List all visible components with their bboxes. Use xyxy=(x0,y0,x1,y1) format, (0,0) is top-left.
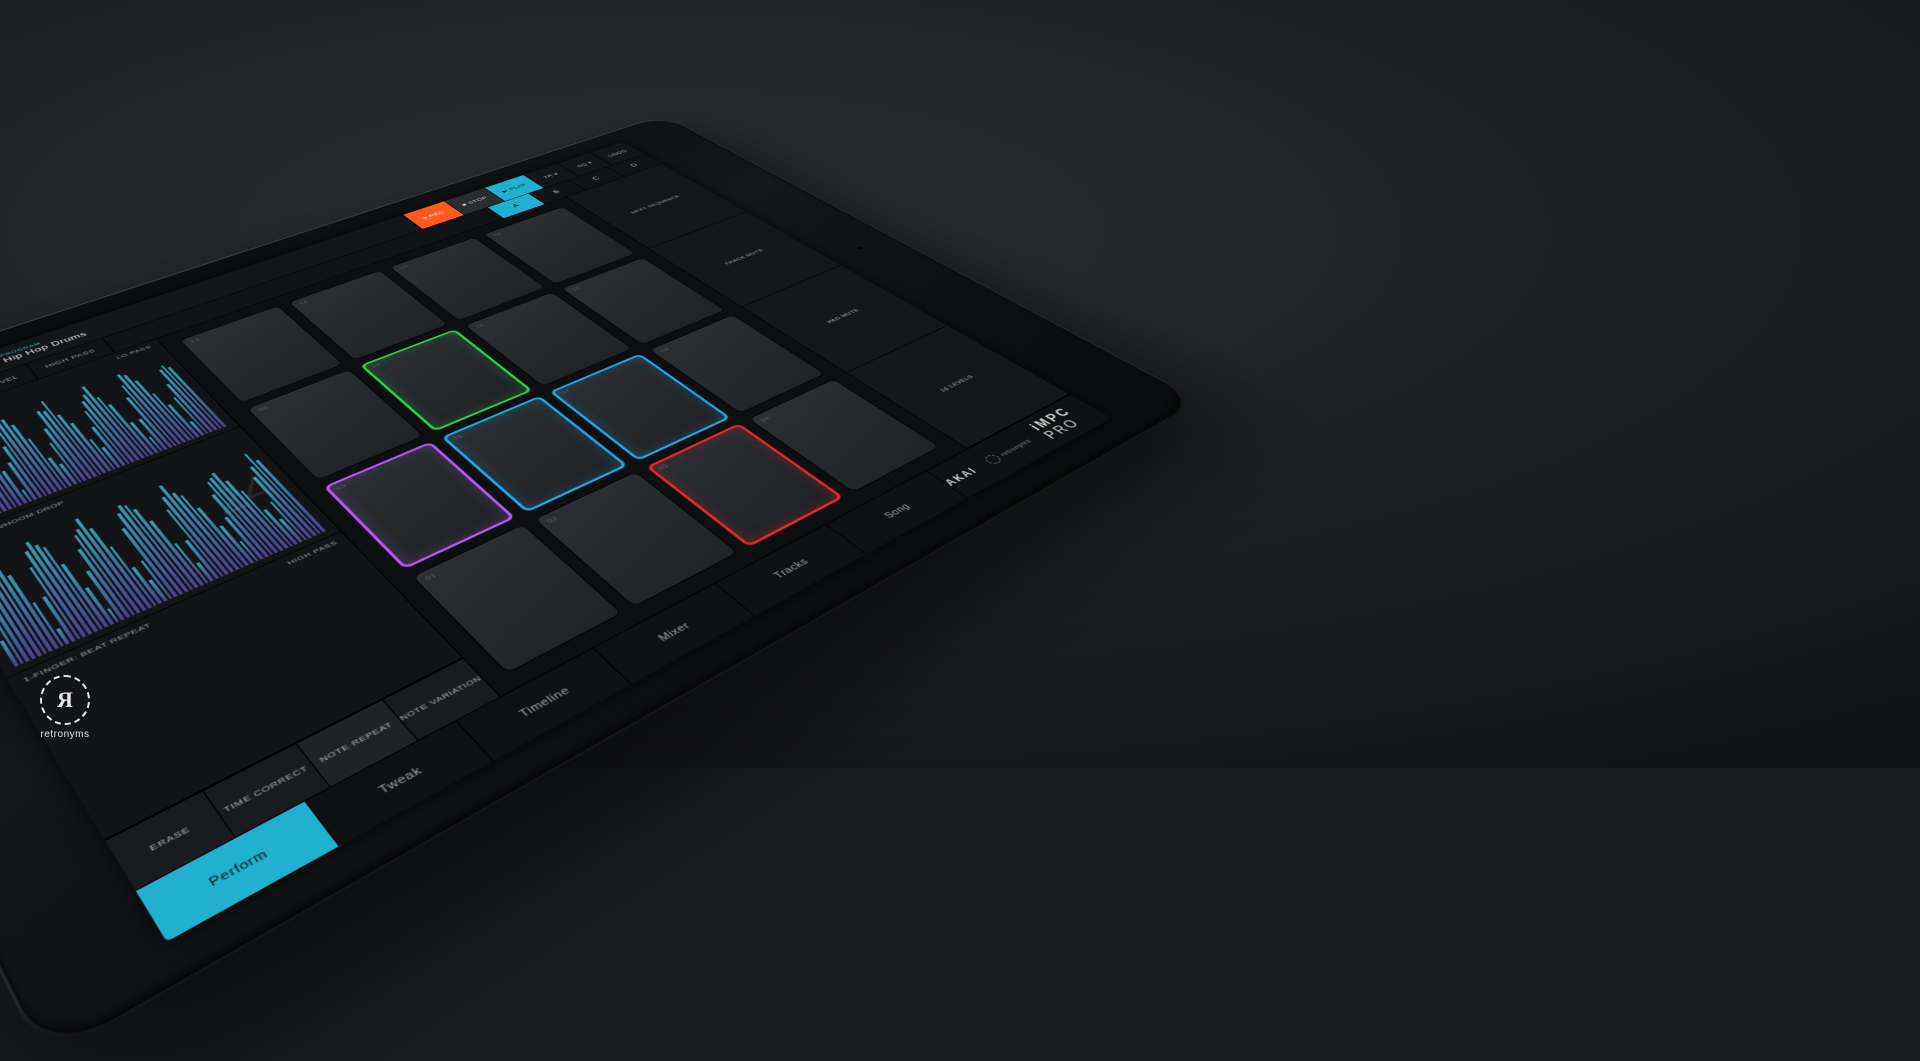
sub-label-1[interactable]: FULL LEVEL xyxy=(0,364,38,409)
bank-b[interactable]: B xyxy=(528,180,584,204)
track-mute-button[interactable]: TRACK MUTE xyxy=(649,212,841,307)
transport-controls: ● REC ■ STOP ▶ PLAY xyxy=(403,175,544,229)
bottom-tabs: Perform Tweak Timeline Mixer Tracks Song… xyxy=(135,394,1111,941)
note-repeat-button[interactable]: NOTE REPEAT xyxy=(296,699,418,787)
bank-a[interactable]: A xyxy=(487,194,545,219)
retronyms-badge: Я retronyms xyxy=(40,675,90,740)
drum-pad[interactable]: 06 xyxy=(441,396,628,513)
tab-tracks[interactable]: Tracks xyxy=(716,524,867,615)
retronyms-badge-label: retronyms xyxy=(41,729,90,740)
pad-number: 12 xyxy=(570,286,582,292)
pad-number: 11 xyxy=(473,323,485,329)
note-variation-button[interactable]: NOTE VARIATION xyxy=(382,658,499,740)
pad-number: 10 xyxy=(369,362,382,369)
drum-pad[interactable]: 09 xyxy=(246,369,424,480)
pad-number: 08 xyxy=(658,346,671,353)
impc-logo-a: iMPC xyxy=(1027,406,1075,432)
retronyms-inline: retronyms xyxy=(982,436,1034,465)
sq-menu[interactable]: SQ ▾ xyxy=(557,153,611,177)
pad-number: 15 xyxy=(398,264,409,270)
tab-perform[interactable]: Perform xyxy=(136,801,340,942)
drum-pad[interactable]: 15 xyxy=(389,237,546,321)
pad-number: 09 xyxy=(256,405,269,413)
right-panel: NEXT SEQUENCE TRACK MUTE PAD MUTE 16 LEV… xyxy=(566,164,1069,449)
pad-number: 07 xyxy=(559,388,572,395)
rec-button[interactable]: ● REC xyxy=(403,201,464,229)
ipad-body: SEQUENCE SQ01 Hook TRACK 02 PROGRAM Hip … xyxy=(0,115,1201,1061)
tab-timeline[interactable]: Timeline xyxy=(457,648,631,760)
bpm-display: 24 xyxy=(200,468,285,524)
akai-logo: AKAI xyxy=(942,466,980,488)
lopass-label: LO PASS xyxy=(115,344,152,359)
drum-pad[interactable]: 02 xyxy=(534,472,738,608)
retronyms-icon xyxy=(982,453,1003,465)
sixteen-levels-button[interactable]: 16 LEVELS xyxy=(847,326,1069,449)
drum-pad[interactable]: 12 xyxy=(561,257,725,344)
bank-selector: A B C D xyxy=(487,154,661,218)
fx-row-2-label: 3-FINGER: WHOOM DROP xyxy=(0,500,66,552)
next-sequence-button[interactable]: NEXT SEQUENCE xyxy=(567,164,746,248)
pad-number: 01 xyxy=(423,572,438,582)
waveform-2 xyxy=(0,442,326,667)
sub-label-2[interactable]: HIGH PASS xyxy=(26,338,115,379)
impc-logo: iMPC PRO xyxy=(1027,398,1105,441)
erase-button[interactable]: ERASE xyxy=(105,790,236,890)
pad-number: 03 xyxy=(656,463,670,471)
program-value: Hip Hop Drums xyxy=(1,224,407,363)
impc-logo-b: PRO xyxy=(1041,417,1084,441)
drum-pad[interactable]: 14 xyxy=(288,270,449,360)
time-correct-button[interactable]: TIME CORRECT xyxy=(203,743,330,837)
pad-mute-button[interactable]: PAD MUTE xyxy=(742,265,948,372)
tr-menu[interactable]: TR ▾ xyxy=(523,164,578,188)
pad-grid: 13 14 15 16 09 10 11 12 05 06 07 08 01 02 03 04 xyxy=(156,197,967,696)
left-panel: 2-FINGER: TAPE STOP LO PASS 3-FINGER: WH… xyxy=(0,339,501,890)
bank-c[interactable]: C xyxy=(568,167,623,190)
drum-pad[interactable]: 08 xyxy=(649,314,826,413)
stop-button[interactable]: ■ STOP xyxy=(444,188,504,215)
drum-pad[interactable]: 16 xyxy=(483,207,636,285)
drum-pad[interactable]: 11 xyxy=(464,292,633,386)
drum-pad[interactable]: 13 xyxy=(179,306,343,403)
drum-pad[interactable]: 07 xyxy=(549,353,731,461)
retronyms-badge-icon: Я xyxy=(40,675,90,725)
header-secondary: D PERFORM FULL LEVEL HIGH PASS A B C D xyxy=(0,154,662,440)
perspective-stage: SEQUENCE SQ01 Hook TRACK 02 PROGRAM Hip … xyxy=(0,0,1180,870)
pad-number: 14 xyxy=(297,299,309,305)
header-menu: TR ▾ SQ ▾ UNDO xyxy=(523,142,644,188)
app-screen: SEQUENCE SQ01 Hook TRACK 02 PROGRAM Hip … xyxy=(0,142,1111,942)
retronyms-text: retronyms xyxy=(998,438,1033,457)
front-camera xyxy=(854,246,865,251)
waveform-1 xyxy=(0,352,227,539)
drum-pad[interactable]: 01 xyxy=(412,524,623,673)
tab-mixer[interactable]: Mixer xyxy=(593,583,755,684)
ipad-device: SEQUENCE SQ01 Hook TRACK 02 PROGRAM Hip … xyxy=(0,115,1201,1061)
brand-bar: AKAI retronyms iMPC PRO xyxy=(927,395,1111,498)
tab-song[interactable]: Song xyxy=(826,471,968,554)
pad-number: 16 xyxy=(492,232,503,237)
left-tool-row: ERASE TIME CORRECT NOTE REPEAT NOTE VARI… xyxy=(105,658,500,890)
drum-pad[interactable]: 10 xyxy=(360,329,533,431)
fx-row-1[interactable]: 2-FINGER: TAPE STOP LO PASS xyxy=(0,339,240,548)
play-button[interactable]: ▶ PLAY xyxy=(484,175,543,201)
drum-pad[interactable]: 05 xyxy=(323,441,516,569)
hipass-label: HIGH PASS xyxy=(285,539,338,566)
header-primary: SEQUENCE SQ01 Hook TRACK 02 PROGRAM Hip … xyxy=(0,142,644,423)
drum-pad[interactable]: 03 xyxy=(646,423,844,547)
drum-pad[interactable]: 04 xyxy=(748,379,940,492)
undo-button[interactable]: UNDO xyxy=(591,142,644,165)
pad-number: 02 xyxy=(545,515,560,524)
fx-row-2[interactable]: 3-FINGER: WHOOM DROP 24 xyxy=(0,427,341,678)
pad-number: 04 xyxy=(758,415,772,423)
main-area: 2-FINGER: TAPE STOP LO PASS 3-FINGER: WH… xyxy=(0,164,1069,890)
pad-number: 06 xyxy=(451,433,465,441)
program-display[interactable]: PROGRAM Hip Hop Drums xyxy=(0,215,422,373)
tab-tweak[interactable]: Tweak xyxy=(306,720,494,845)
program-key: PROGRAM xyxy=(0,222,401,358)
pad-number: 05 xyxy=(334,482,348,491)
bank-d[interactable]: D xyxy=(607,154,661,177)
pad-number: 13 xyxy=(189,337,201,344)
